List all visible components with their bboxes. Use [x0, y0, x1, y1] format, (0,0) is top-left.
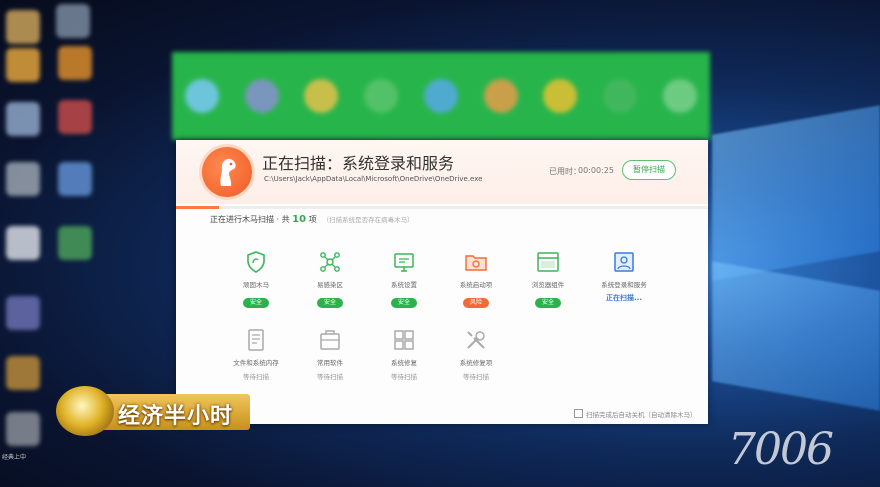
scan-item-system-repair: 系统修复 等待扫描: [366, 328, 442, 381]
waiting-status: 等待扫描: [317, 373, 343, 381]
scan-progress-bar: [176, 206, 708, 209]
toolbar-icon[interactable]: [663, 79, 697, 113]
desktop-icon[interactable]: [6, 296, 40, 330]
desktop-icon[interactable]: [56, 4, 90, 38]
scan-summary: 正在进行木马扫描 · 共 10 项 （扫描系统是否存在病毒木马）: [210, 214, 414, 225]
scan-summary-note: （扫描系统是否存在病毒木马）: [322, 216, 414, 224]
scan-item-count: 10: [292, 214, 307, 225]
pause-scan-button[interactable]: 暂停扫描: [622, 160, 676, 180]
tools-icon: [464, 328, 488, 352]
scan-window: 正在扫描：系统登录和服务 C:\Users\Jack\AppData\Local…: [176, 140, 708, 424]
toolbar-icon[interactable]: [184, 79, 219, 113]
scan-item-file-memory: 文件和系统内存 等待扫描: [218, 328, 294, 381]
corner-caption: 经典上中: [2, 454, 27, 461]
auto-shutdown-checkbox[interactable]: [574, 409, 583, 418]
toolbar-icon[interactable]: [483, 79, 518, 113]
desktop-icon[interactable]: [6, 412, 40, 446]
scan-item-label: 浏览器组件: [531, 281, 565, 289]
scan-item-stubborn-trojan: 顽固木马 安全: [218, 250, 294, 308]
scan-item-login-services: 系统登录和服务 正在扫描...: [586, 250, 662, 303]
toolbar-icon[interactable]: [304, 79, 339, 113]
desktop-icon[interactable]: [58, 100, 92, 134]
scan-item-browser: 浏览器组件 安全: [510, 250, 586, 308]
login-service-icon: [612, 250, 636, 274]
status-badge: 安全: [391, 298, 417, 308]
toolbar-icon[interactable]: [244, 79, 279, 113]
scanning-status: 正在扫描...: [606, 294, 642, 302]
toolbar-icon[interactable]: [423, 79, 458, 113]
waiting-status: 等待扫描: [243, 373, 269, 381]
desktop-icon[interactable]: [6, 102, 40, 136]
scan-item-label: 易感染区: [317, 281, 343, 289]
scan-item-label: 文件和系统内存: [233, 359, 279, 367]
toolbar-icon[interactable]: [603, 79, 638, 113]
app-toolbar: [172, 52, 710, 140]
desktop-icon[interactable]: [6, 48, 40, 82]
scan-item-startup: 系统启动项 风险: [438, 250, 514, 308]
watermark-logo: 7006: [728, 424, 834, 475]
file-memory-icon: [244, 328, 268, 352]
scan-item-common-software: 常用软件 等待扫描: [292, 328, 368, 381]
desktop-icon[interactable]: [58, 46, 92, 80]
scan-progress-fill: [176, 206, 219, 209]
scan-item-repair-items: 系统修复项 等待扫描: [438, 328, 514, 381]
tv-channel-logo: 经济半小时: [56, 384, 256, 440]
scan-item-infection-area: 易感染区 安全: [292, 250, 368, 308]
scan-item-label: 系统登录和服务: [601, 281, 647, 289]
scan-summary-suffix: 项: [306, 215, 317, 224]
channel-logo-text: 经济半小时: [118, 404, 234, 429]
elapsed-time: 00:00:25: [578, 166, 614, 175]
status-badge: 安全: [317, 298, 343, 308]
auto-shutdown-label: 扫描完成后自动关机（自动清除木马）: [586, 411, 697, 419]
windows-logo-pane-bottom: [712, 261, 880, 411]
toolbar-icon[interactable]: [364, 79, 399, 113]
windows-logo-pane-top: [712, 105, 880, 281]
channel-globe-icon: [56, 386, 114, 436]
desktop-icon[interactable]: [6, 356, 40, 390]
scan-current-path: C:\Users\Jack\AppData\Local\Microsoft\On…: [264, 175, 483, 183]
waiting-status: 等待扫描: [463, 373, 489, 381]
horse-logo-icon: [202, 147, 252, 197]
browser-window-icon: [536, 250, 560, 274]
scan-item-label: 系统修复项: [459, 359, 493, 367]
risk-badge: 风险: [463, 298, 489, 308]
desktop-icon[interactable]: [6, 162, 40, 196]
scan-item-label: 顽固木马: [243, 281, 269, 289]
scan-item-system-settings: 系统设置 安全: [366, 250, 442, 308]
elapsed-label: 已用时：: [549, 167, 581, 176]
software-icon: [318, 328, 342, 352]
status-badge: 安全: [243, 298, 269, 308]
status-badge: 安全: [535, 298, 561, 308]
network-icon: [318, 250, 342, 274]
scan-title: 正在扫描：系统登录和服务: [262, 154, 455, 173]
scan-item-label: 系统修复: [391, 359, 417, 367]
waiting-status: 等待扫描: [391, 373, 417, 381]
desktop-icon[interactable]: [6, 226, 40, 260]
toolbar-icon[interactable]: [543, 79, 578, 113]
scan-header: 正在扫描：系统登录和服务 C:\Users\Jack\AppData\Local…: [176, 140, 708, 204]
scan-item-label: 系统设置: [391, 281, 417, 289]
startup-folder-icon: [464, 250, 488, 274]
shield-icon: [244, 250, 268, 274]
desktop-icon[interactable]: [6, 10, 40, 44]
scan-summary-prefix: 正在进行木马扫描 · 共: [210, 215, 293, 224]
scan-item-label: 系统启动项: [459, 281, 493, 289]
monitor-settings-icon: [392, 250, 416, 274]
auto-shutdown-option[interactable]: 扫描完成后自动关机（自动清除木马）: [574, 409, 697, 419]
scan-item-label: 常用软件: [317, 359, 343, 367]
desktop-icon[interactable]: [58, 162, 92, 196]
desktop-icon[interactable]: [58, 226, 92, 260]
windows-icon: [392, 328, 416, 352]
